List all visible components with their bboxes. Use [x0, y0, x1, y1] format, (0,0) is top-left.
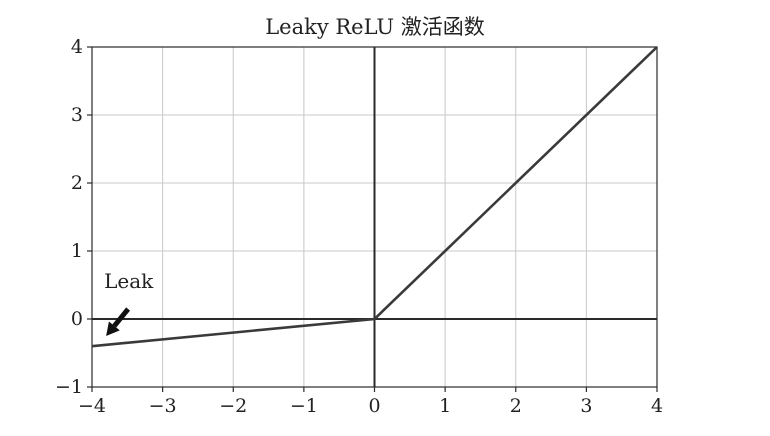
y-tick-label: 0 [71, 308, 83, 330]
chart-title: Leaky ReLU 激活函数 [265, 15, 485, 39]
leak-arrow-shaft [112, 307, 131, 328]
x-tick-label: −2 [219, 395, 247, 417]
axes [91, 46, 658, 388]
annotations: Leak [104, 269, 154, 336]
x-tick-label: 3 [580, 395, 592, 417]
x-tick-label: 4 [651, 395, 663, 417]
y-tick-label: 3 [71, 104, 83, 126]
y-tick-label: 4 [71, 36, 83, 58]
y-tick-label: 1 [71, 240, 83, 262]
tick-labels: −4 −3 −2 −1 0 1 2 3 4 −1 0 1 2 3 4 [55, 36, 663, 417]
leaky-relu-chart: Leaky ReLU 激活函数 −4 −3 −2 −1 0 1 2 3 4 −1 0 1 2 3 4 Lea… [55, 15, 663, 417]
x-tick-label: 0 [368, 395, 380, 417]
y-tick-label: 2 [71, 172, 83, 194]
x-tick-label: 2 [510, 395, 522, 417]
x-tick-label: −4 [78, 395, 106, 417]
leak-annotation-label: Leak [104, 269, 154, 293]
x-tick-label: −3 [149, 395, 177, 417]
y-tick-label: −1 [55, 376, 83, 398]
x-tick-label: 1 [439, 395, 451, 417]
x-tick-label: −1 [290, 395, 318, 417]
